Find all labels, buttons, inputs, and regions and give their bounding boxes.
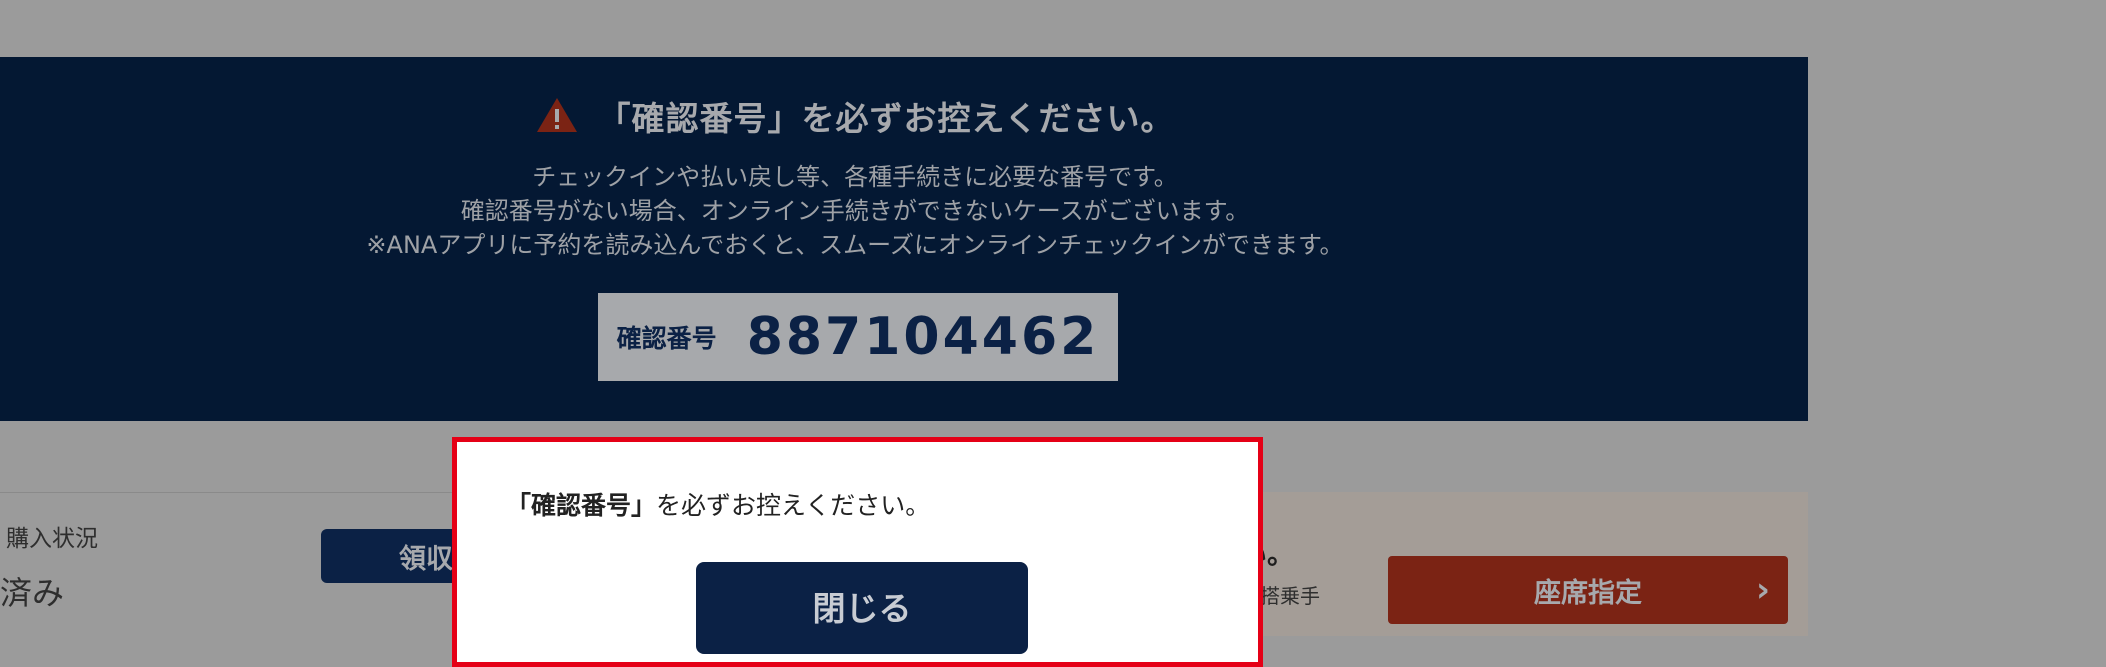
confirmation-code-box: 確認番号 887104462: [598, 293, 1118, 381]
close-button[interactable]: 閉じる: [696, 562, 1028, 654]
purchase-status-value: 済み: [0, 574, 65, 612]
confirmation-code-label: 確認番号: [616, 324, 717, 353]
purchase-status-label: 購入状況: [6, 526, 98, 552]
banner-desc-line: チェックインや払い戻し等、各種手続きに必要な番号です。: [532, 163, 1178, 191]
modal-message-bold: 「確認番号」: [506, 491, 657, 520]
banner-desc-line: 確認番号がない場合、オンライン手続きができないケースがございます。: [460, 197, 1250, 225]
chevron-right-icon: ›: [1755, 570, 1770, 610]
warning-icon: [537, 98, 578, 132]
banner-title-text: 「確認番号」を必ずお控えください。: [597, 99, 1175, 138]
banner-description: チェックインや払い戻し等、各種手続きに必要な番号です。 確認番号がない場合、オン…: [0, 160, 1710, 262]
receipt-button-label: 領収: [399, 543, 453, 575]
banner-desc-line: ※ANAアプリに予約を読み込んでおくと、スムーズにオンラインチェックインができま…: [366, 231, 1344, 259]
modal-message-rest: を必ずお控えください。: [656, 491, 931, 520]
receipt-button[interactable]: 領収: [321, 529, 471, 583]
banner-title: 「確認番号」を必ずお控えください。: [0, 92, 1710, 140]
seat-selection-label: 座席指定: [1534, 577, 1642, 609]
confirmation-modal: 「確認番号」を必ずお控えください。 閉じる: [452, 437, 1263, 667]
seat-selection-button[interactable]: 座席指定 ›: [1388, 556, 1788, 624]
confirmation-code-value: 887104462: [746, 307, 1100, 367]
modal-message: 「確認番号」を必ずお控えください。: [506, 486, 930, 522]
